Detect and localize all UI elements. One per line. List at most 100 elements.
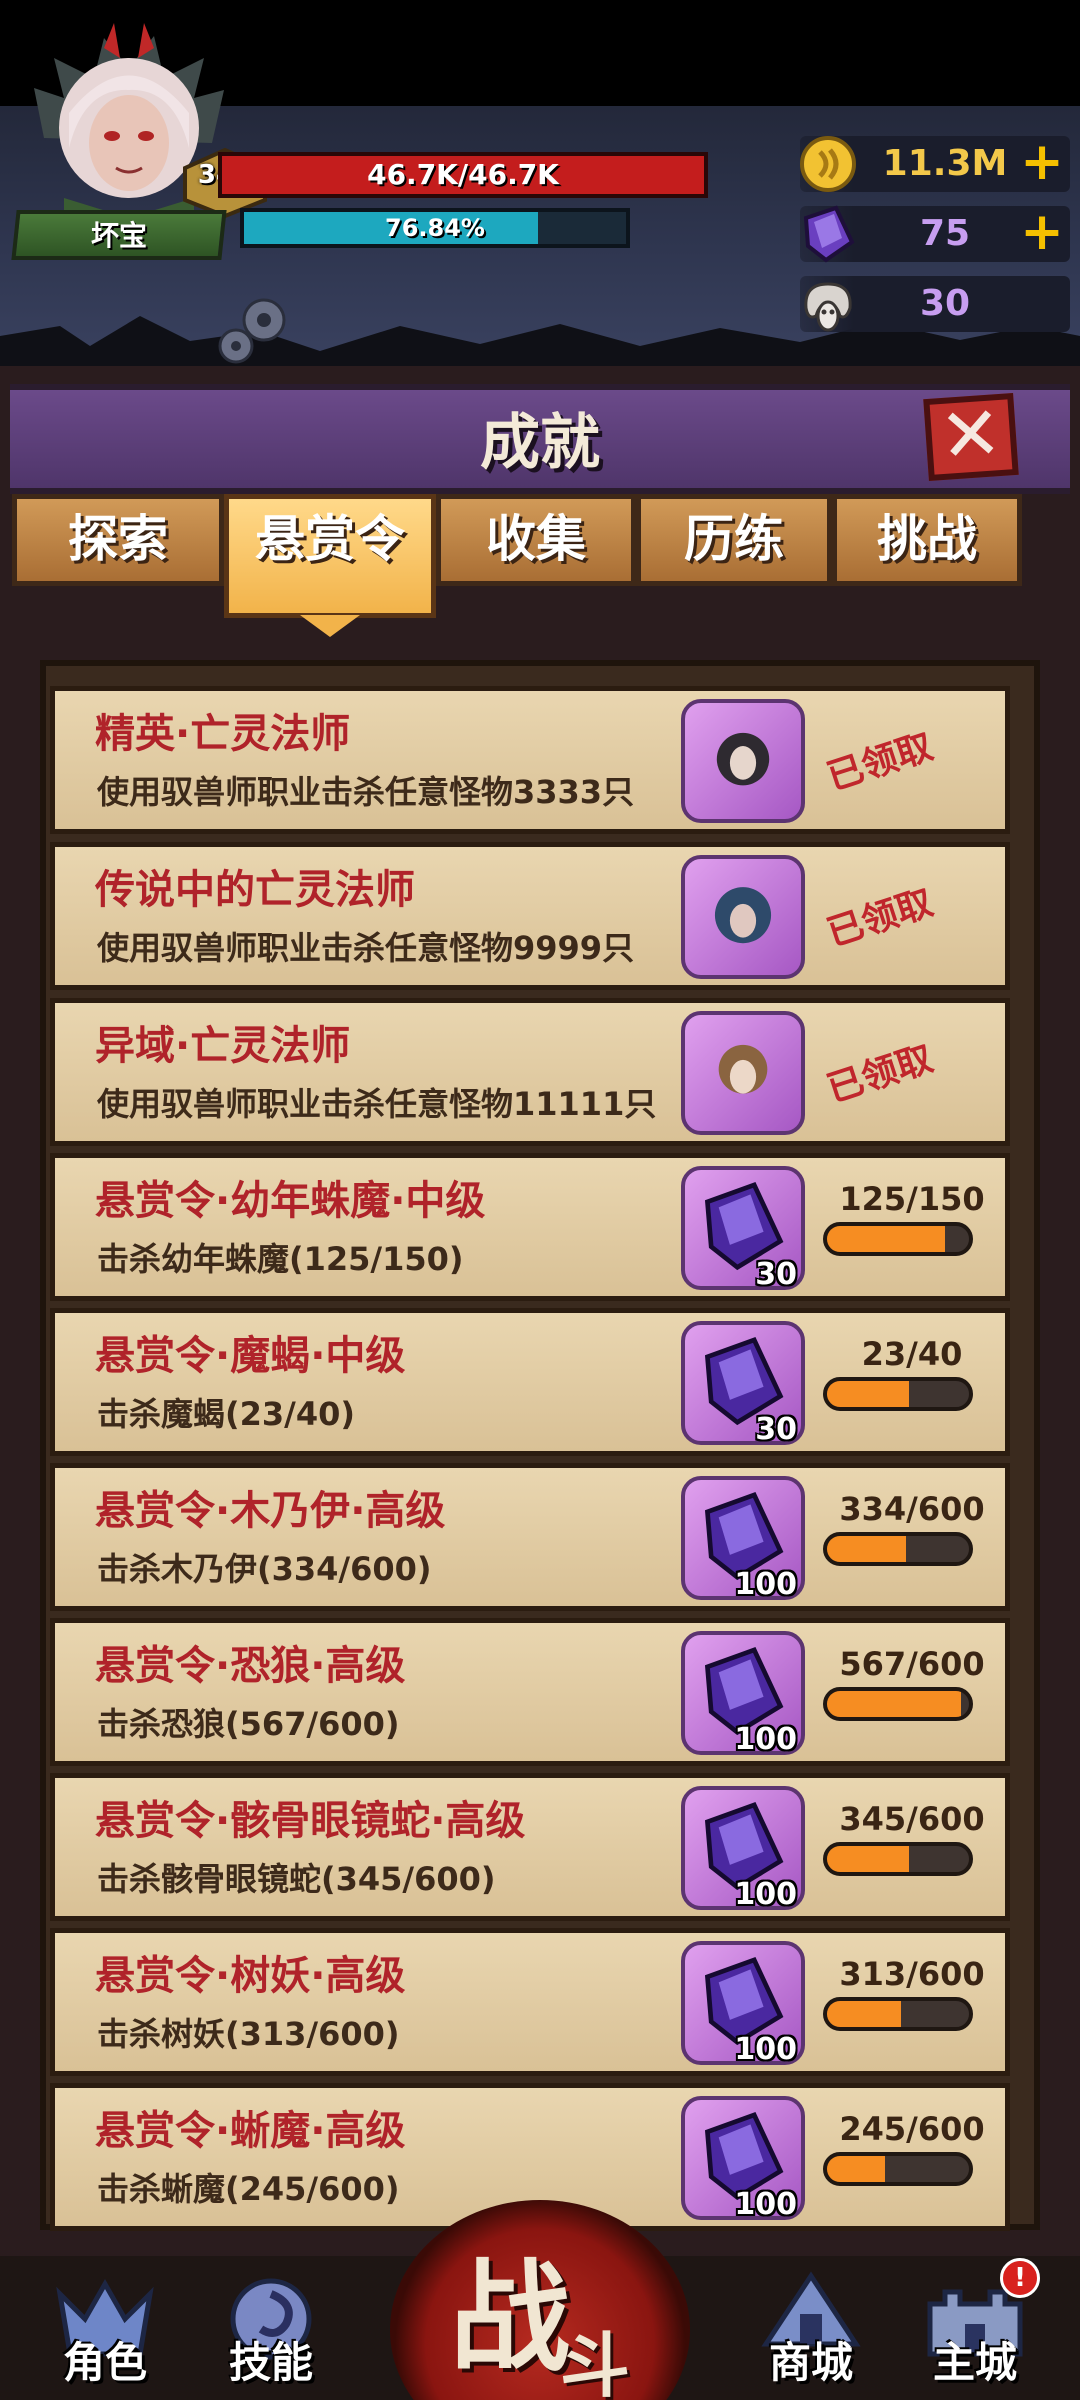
nav-character-label: 角色 bbox=[62, 2338, 147, 2387]
achievement-desc: 击杀蜥魔(245/600) bbox=[97, 2170, 400, 2208]
reward-portrait bbox=[681, 699, 805, 823]
progress-text: 125/150 bbox=[839, 1180, 985, 1218]
claimed-status: 已领取 bbox=[822, 882, 938, 955]
reward-crystal: 30 bbox=[681, 1166, 805, 1292]
list-item[interactable]: 悬赏令·树妖·高级 击杀树妖(313/600) 100 313/600 bbox=[50, 1928, 1010, 2076]
achievement-title: 传说中的亡灵法师 bbox=[95, 867, 415, 913]
reward-qty: 30 bbox=[755, 1412, 797, 1447]
list-item[interactable]: 传说中的亡灵法师 使用驭兽师职业击杀任意怪物9999只 已领取 bbox=[50, 842, 1010, 990]
claimed-status: 已领取 bbox=[822, 726, 938, 799]
gold-value: 11.3M bbox=[882, 143, 1008, 184]
hp-bar: 46.7K/46.7K bbox=[218, 152, 708, 198]
progress-text: 345/600 bbox=[839, 1800, 985, 1838]
nav-shop-label: 商城 bbox=[768, 2338, 853, 2387]
nav-skills[interactable]: 技能 bbox=[206, 2264, 336, 2394]
achievement-desc: 击杀幼年蛛魔(125/150) bbox=[97, 1240, 464, 1278]
gold-coin-icon bbox=[800, 136, 856, 192]
nav-shop[interactable]: 商城 bbox=[746, 2264, 876, 2394]
progress-fill bbox=[827, 1381, 909, 1407]
progress-fill bbox=[827, 1846, 909, 1872]
tab-training[interactable]: 历练 bbox=[636, 494, 832, 586]
list-item[interactable]: 悬赏令·幼年蛛魔·中级 击杀幼年蛛魔(125/150) 30 125/150 bbox=[50, 1153, 1010, 1301]
achievement-desc: 使用驭兽师职业击杀任意怪物11111只 bbox=[97, 1085, 657, 1123]
achievement-title: 悬赏令·骸骨眼镜蛇·高级 bbox=[95, 1798, 526, 1844]
progress-text: 313/600 bbox=[839, 1955, 985, 1993]
tab-challenge[interactable]: 挑战 bbox=[832, 494, 1022, 586]
ram-skull-icon bbox=[804, 282, 852, 332]
fight-label-sub: 斗 bbox=[560, 2325, 630, 2400]
list-item[interactable]: 悬赏令·骸骨眼镜蛇·高级 击杀骸骨眼镜蛇(345/600) 100 345/60… bbox=[50, 1773, 1010, 1921]
fight-label-main: 战 bbox=[450, 2249, 570, 2388]
achievement-title: 悬赏令·幼年蛛魔·中级 bbox=[95, 1178, 486, 1224]
reward-crystal: 30 bbox=[681, 1321, 805, 1447]
claimed-status: 已领取 bbox=[822, 1038, 938, 1111]
progress-fill bbox=[827, 2156, 885, 2182]
progress-fill bbox=[827, 1691, 962, 1717]
progress-bar bbox=[823, 2152, 973, 2186]
list-item[interactable]: 悬赏令·魔蝎·中级 击杀魔蝎(23/40) 30 23/40 bbox=[50, 1308, 1010, 1456]
progress-text: 23/40 bbox=[861, 1335, 963, 1373]
achievement-title: 悬赏令·蜥魔·高级 bbox=[95, 2108, 406, 2154]
reward-portrait bbox=[681, 855, 805, 979]
nav-skills-label: 技能 bbox=[228, 2338, 313, 2387]
progress-text: 245/600 bbox=[839, 2110, 985, 2148]
achievement-title: 悬赏令·树妖·高级 bbox=[95, 1953, 406, 1999]
reward-qty: 30 bbox=[755, 1257, 797, 1292]
necromancer-portrait-icon bbox=[718, 1044, 768, 1094]
hp-text: 46.7K/46.7K bbox=[367, 158, 559, 191]
achievement-desc: 使用驭兽师职业击杀任意怪物3333只 bbox=[97, 773, 635, 811]
xp-text: 76.84% bbox=[385, 214, 485, 242]
purple-crystal-icon bbox=[803, 205, 855, 263]
progress-bar bbox=[823, 1222, 973, 1256]
achievement-desc: 击杀恐狼(567/600) bbox=[97, 1705, 400, 1743]
reward-qty: 100 bbox=[734, 2187, 797, 2222]
list-item[interactable]: 悬赏令·木乃伊·高级 击杀木乃伊(334/600) 100 334/600 bbox=[50, 1463, 1010, 1611]
crystal-value: 75 bbox=[919, 213, 971, 254]
currency-skull: 30 bbox=[800, 276, 1070, 332]
reward-qty: 100 bbox=[734, 1567, 797, 1602]
tab-collect[interactable]: 收集 bbox=[436, 494, 636, 586]
panel-title: 成就 bbox=[480, 408, 600, 478]
achievement-title: 精英·亡灵法师 bbox=[95, 711, 351, 757]
progress-fill bbox=[827, 1536, 907, 1562]
progress-fill bbox=[827, 2001, 902, 2027]
nav-character[interactable]: 角色 bbox=[40, 2264, 170, 2394]
list-item[interactable]: 悬赏令·恐狼·高级 击杀恐狼(567/600) 100 567/600 bbox=[50, 1618, 1010, 1766]
close-button[interactable]: ✕ bbox=[923, 389, 1019, 482]
progress-bar bbox=[823, 1377, 973, 1411]
achievement-title: 异域·亡灵法师 bbox=[95, 1023, 351, 1069]
reward-crystal: 100 bbox=[681, 1786, 805, 1912]
progress-bar bbox=[823, 1532, 973, 1566]
reward-qty: 100 bbox=[734, 1877, 797, 1912]
progress-text: 334/600 bbox=[839, 1490, 985, 1528]
currency-gold: 11.3M + bbox=[800, 136, 1070, 192]
player-name: 坏宝 bbox=[90, 219, 147, 252]
achievement-desc: 使用驭兽师职业击杀任意怪物9999只 bbox=[97, 929, 635, 967]
skull-value: 30 bbox=[919, 283, 971, 324]
add-gold-button[interactable]: + bbox=[1020, 136, 1064, 188]
necromancer-portrait-icon bbox=[716, 732, 770, 786]
reward-portrait bbox=[681, 1011, 805, 1135]
progress-fill bbox=[827, 1226, 946, 1252]
necromancer-portrait-icon bbox=[714, 887, 772, 944]
list-item[interactable]: 精英·亡灵法师 使用驭兽师职业击杀任意怪物3333只 已领取 bbox=[50, 686, 1010, 834]
add-crystal-button[interactable]: + bbox=[1020, 206, 1064, 258]
alert-badge: ! bbox=[1000, 2258, 1040, 2298]
tab-bounty[interactable]: 悬赏令 bbox=[224, 494, 436, 637]
progress-bar bbox=[823, 1997, 973, 2031]
achievement-desc: 击杀木乃伊(334/600) bbox=[97, 1550, 432, 1588]
reward-crystal: 100 bbox=[681, 1941, 805, 2067]
achievement-title: 悬赏令·木乃伊·高级 bbox=[95, 1488, 446, 1534]
currency-crystal: 75 + bbox=[800, 205, 1070, 263]
list-item[interactable]: 异域·亡灵法师 使用驭兽师职业击杀任意怪物11111只 已领取 bbox=[50, 998, 1010, 1146]
progress-text: 567/600 bbox=[839, 1645, 985, 1683]
settings-gear-icon[interactable] bbox=[214, 290, 294, 370]
close-icon: ✕ bbox=[936, 389, 1005, 481]
achievement-desc: 击杀魔蝎(23/40) bbox=[97, 1395, 356, 1433]
tab-explore[interactable]: 探索 bbox=[12, 494, 224, 586]
xp-bar: 76.84% bbox=[240, 208, 630, 248]
achievement-desc: 击杀骸骨眼镜蛇(345/600) bbox=[97, 1860, 496, 1898]
achievement-title: 悬赏令·恐狼·高级 bbox=[95, 1643, 406, 1689]
reward-crystal: 100 bbox=[681, 1476, 805, 1602]
reward-qty: 100 bbox=[734, 2032, 797, 2067]
